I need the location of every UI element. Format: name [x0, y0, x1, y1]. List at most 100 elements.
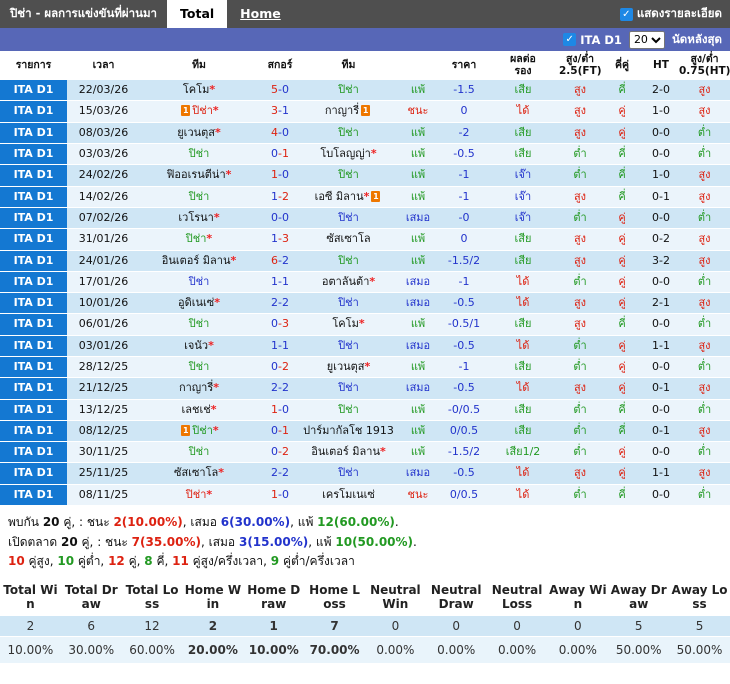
score-cell: 2-2: [258, 292, 302, 315]
handicap-cell: -1: [441, 186, 487, 208]
date-cell: 08/03/26: [67, 122, 140, 145]
away-team-cell: ปาร์มากัลโช 1913: [302, 420, 395, 443]
handicap-result-cell: ได้: [487, 335, 559, 357]
ou-ht-cell: สูง: [679, 186, 730, 208]
summary-segment: 12: [108, 554, 125, 569]
team-name: ปิช่า: [192, 423, 213, 437]
result-cell: แพ้: [395, 228, 441, 251]
result-cell: แพ้: [395, 164, 441, 187]
stats-value-cell: 5: [608, 615, 670, 637]
away-team-cell: ยูเวนตุส*: [302, 356, 395, 379]
table-row: ITA D1 07/02/26 เวโรนา* 0-0 ปิช่า เสมอ -0 เจ๊าต…: [0, 207, 730, 230]
league-cell: ITA D1: [0, 164, 67, 187]
home-team-cell: โคโม*: [140, 80, 258, 102]
date-cell: 25/11/25: [67, 462, 140, 485]
tab-home[interactable]: Home: [227, 0, 294, 28]
result-cell: แพ้: [395, 399, 441, 421]
league-cell: ITA D1: [0, 186, 67, 208]
ou-ht-cell: ต่ำ: [679, 271, 730, 294]
summary-segment: 10(50.00%): [335, 534, 414, 549]
result-cell: แพ้: [395, 441, 441, 464]
handicap-cell: -1: [441, 271, 487, 294]
league-cell: ITA D1: [0, 207, 67, 230]
home-team-cell: อินเตอร์ มิลาน*: [140, 250, 258, 272]
date-cell: 08/12/25: [67, 420, 140, 443]
stats-percent-cell: 0.00%: [425, 636, 487, 664]
away-team-cell: ซัสเซาโล: [302, 228, 395, 251]
team-name: ปิช่า: [188, 445, 210, 459]
odd-even-cell: คู่: [601, 228, 643, 251]
tab-total[interactable]: Total: [167, 0, 228, 28]
away-team-cell: ปิช่า: [302, 399, 395, 421]
result-cell: แพ้: [395, 313, 441, 336]
score-cell: 5-0: [258, 80, 302, 102]
home-score: 0: [271, 210, 278, 224]
favorite-star-icon: *: [379, 445, 386, 459]
league-cell: ITA D1: [0, 356, 67, 379]
league-cell: ITA D1: [0, 313, 67, 336]
summary-segment: 20: [61, 534, 78, 549]
handicap-cell: 0/0.5: [441, 420, 487, 443]
handicap-cell: -1: [441, 356, 487, 379]
summary-segment: 2(10.00%): [113, 515, 183, 530]
favorite-star-icon: *: [218, 466, 224, 480]
team-name: อินเตอร์ มิลาน: [161, 253, 231, 267]
league-cell: ITA D1: [0, 292, 67, 315]
away-team-cell: ปิช่า: [302, 335, 395, 357]
score-cell: 4-0: [258, 122, 302, 145]
score-cell: 0-0: [258, 207, 302, 230]
stats-percent-cell: 0.00%: [547, 636, 609, 664]
ou-ht-cell: สูง: [679, 292, 730, 315]
handicap-cell: -0.5: [441, 143, 487, 166]
summary-segment: คู่สูง/ครึ่งเวลา,: [188, 554, 271, 569]
stats-column-header: Home Draw: [243, 578, 305, 616]
home-score: 1: [271, 402, 278, 416]
result-cell: เสมอ: [395, 292, 441, 315]
summary-segment: , เสมอ: [182, 515, 221, 530]
ou-ft-cell: ต่ำ: [559, 441, 601, 464]
column-header: [395, 51, 441, 81]
odd-even-cell: คู่: [601, 207, 643, 230]
score-cell: 0-1: [258, 420, 302, 443]
ou-ht-cell: ต่ำ: [679, 207, 730, 230]
team-name: อตาลันต้า: [321, 274, 370, 288]
ht-score-cell: 0-0: [643, 313, 679, 336]
date-cell: 06/01/26: [67, 313, 140, 336]
column-header: HT: [643, 51, 679, 81]
ht-score-cell: 0-0: [643, 122, 679, 145]
ou-ft-cell: ต่ำ: [559, 484, 601, 507]
stats-column-header: Neutral Draw: [425, 578, 487, 616]
score-cell: 0-2: [258, 356, 302, 379]
home-team-cell: อูดิเนเซ่*: [140, 292, 258, 315]
home-score: 1: [271, 168, 278, 182]
result-cell: แพ้: [395, 250, 441, 272]
league-cell: ITA D1: [0, 80, 67, 102]
result-cell: แพ้: [395, 356, 441, 379]
match-count-select[interactable]: 20: [628, 30, 665, 49]
show-details-toggle[interactable]: ✓ แสดงรายละเอียด: [619, 5, 730, 23]
date-cell: 07/02/26: [67, 207, 140, 230]
team-name: โบโลญญ่า: [320, 147, 371, 161]
team-name: ปิช่า: [338, 296, 359, 310]
team-name: ยูเวนตุส: [326, 359, 365, 373]
league-filter-toggle[interactable]: ✓ ITA D1: [563, 33, 622, 47]
summary-segment: 9: [270, 554, 280, 569]
show-details-label: แสดงรายละเอียด: [636, 6, 722, 20]
ou-ft-cell: สูง: [559, 100, 601, 123]
team-name: ปิช่า: [338, 168, 359, 182]
odd-even-cell: คี่: [601, 164, 643, 187]
last-matches-label: นัดหลังสุด: [671, 31, 722, 46]
table-row: ITA D1 31/01/26 ปิช่า* 1-3 ซัสเซาโล แพ้ 0 เสียส…: [0, 228, 730, 251]
odd-even-cell: คี่: [601, 186, 643, 208]
home-score: 0: [271, 359, 278, 373]
favorite-star-icon: *: [364, 359, 371, 373]
date-cell: 08/11/25: [67, 484, 140, 507]
date-cell: 13/12/25: [67, 399, 140, 421]
team-name: ปิช่า: [192, 104, 213, 118]
odd-even-cell: คู่: [601, 292, 643, 315]
table-row: ITA D1 13/12/25 เลชเช่* 1-0 ปิช่า แพ้ -0/0.5 เส…: [0, 399, 730, 421]
score-cell: 2-2: [258, 377, 302, 400]
odd-even-cell: คู่: [601, 377, 643, 400]
odd-even-cell: คู่: [601, 100, 643, 123]
league-cell: ITA D1: [0, 399, 67, 421]
